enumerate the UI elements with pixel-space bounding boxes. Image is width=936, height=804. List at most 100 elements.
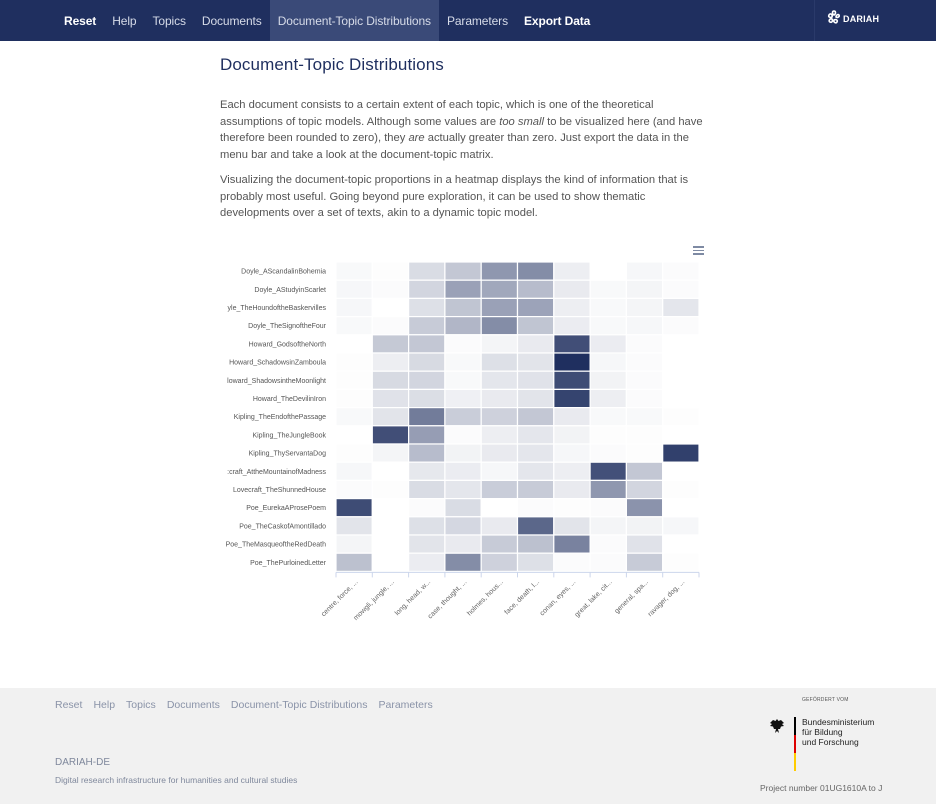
heatmap-cell[interactable] bbox=[625, 388, 664, 409]
heatmap-cell[interactable] bbox=[371, 297, 410, 318]
heatmap-cell[interactable] bbox=[589, 461, 628, 481]
nav-item-help[interactable]: Help bbox=[104, 0, 144, 41]
heatmap-cell[interactable] bbox=[516, 297, 555, 318]
heatmap-cell[interactable] bbox=[589, 334, 628, 354]
heatmap-cell[interactable] bbox=[553, 516, 591, 536]
footer-link-reset[interactable]: Reset bbox=[55, 699, 82, 711]
heatmap-cell[interactable] bbox=[444, 388, 482, 409]
heatmap-cell[interactable] bbox=[625, 352, 664, 372]
heatmap-cell[interactable] bbox=[662, 334, 700, 354]
heatmap-cell[interactable] bbox=[662, 534, 700, 554]
heatmap-cell[interactable] bbox=[662, 388, 700, 409]
heatmap-cell[interactable] bbox=[625, 534, 664, 554]
heatmap-cell[interactable] bbox=[444, 516, 482, 536]
heatmap-cell[interactable] bbox=[625, 370, 664, 390]
heatmap-cell[interactable] bbox=[408, 407, 446, 427]
heatmap-cell[interactable] bbox=[408, 297, 446, 318]
heatmap-cell[interactable] bbox=[516, 534, 555, 554]
heatmap-cell[interactable] bbox=[662, 443, 700, 463]
heatmap-cell[interactable] bbox=[480, 425, 519, 445]
heatmap-cell[interactable] bbox=[625, 297, 664, 318]
heatmap-cell[interactable] bbox=[553, 315, 591, 336]
nav-item-parameters[interactable]: Parameters bbox=[439, 0, 516, 41]
heatmap-cell[interactable] bbox=[335, 498, 373, 518]
heatmap-cell[interactable] bbox=[371, 388, 410, 409]
heatmap-cell[interactable] bbox=[371, 315, 410, 336]
footer-link-help[interactable]: Help bbox=[93, 699, 115, 711]
heatmap-cell[interactable] bbox=[408, 498, 446, 518]
heatmap-cell[interactable] bbox=[589, 425, 628, 445]
heatmap-cell[interactable] bbox=[371, 334, 410, 354]
heatmap-cell[interactable] bbox=[335, 297, 373, 318]
heatmap-cell[interactable] bbox=[444, 534, 482, 554]
heatmap-cell[interactable] bbox=[662, 370, 700, 390]
heatmap-cell[interactable] bbox=[516, 370, 555, 390]
heatmap-cell[interactable] bbox=[371, 443, 410, 463]
heatmap-cell[interactable] bbox=[444, 334, 482, 354]
heatmap-cell[interactable] bbox=[480, 552, 519, 573]
heatmap-cell[interactable] bbox=[371, 479, 410, 500]
heatmap-cell[interactable] bbox=[408, 261, 446, 281]
heatmap-cell[interactable] bbox=[480, 479, 519, 500]
heatmap-cell[interactable] bbox=[335, 461, 373, 481]
heatmap-cell[interactable] bbox=[589, 479, 628, 500]
heatmap-cell[interactable] bbox=[480, 279, 519, 300]
heatmap-cell[interactable] bbox=[480, 516, 519, 536]
heatmap-cell[interactable] bbox=[553, 425, 591, 445]
heatmap-cell[interactable] bbox=[589, 443, 628, 463]
heatmap-cell[interactable] bbox=[662, 297, 700, 318]
heatmap-cell[interactable] bbox=[553, 279, 591, 300]
heatmap-cell[interactable] bbox=[371, 516, 410, 536]
heatmap-cell[interactable] bbox=[480, 315, 519, 336]
heatmap-cell[interactable] bbox=[516, 461, 555, 481]
heatmap-cell[interactable] bbox=[589, 534, 628, 554]
heatmap-cell[interactable] bbox=[371, 261, 410, 281]
heatmap-cell[interactable] bbox=[480, 407, 519, 427]
heatmap-cell[interactable] bbox=[335, 261, 373, 281]
heatmap-cell[interactable] bbox=[480, 261, 519, 281]
heatmap-cell[interactable] bbox=[662, 479, 700, 500]
footer-link-document-topic-distributions[interactable]: Document-Topic Distributions bbox=[231, 699, 368, 711]
heatmap-cell[interactable] bbox=[335, 443, 373, 463]
heatmap-cell[interactable] bbox=[589, 261, 628, 281]
heatmap-cell[interactable] bbox=[516, 552, 555, 573]
heatmap-cell[interactable] bbox=[662, 552, 700, 573]
heatmap-cell[interactable] bbox=[444, 370, 482, 390]
heatmap-cell[interactable] bbox=[625, 498, 664, 518]
heatmap-cell[interactable] bbox=[480, 534, 519, 554]
heatmap-cell[interactable] bbox=[625, 443, 664, 463]
heatmap-cell[interactable] bbox=[625, 425, 664, 445]
heatmap-cell[interactable] bbox=[335, 352, 373, 372]
heatmap-cell[interactable] bbox=[516, 425, 555, 445]
heatmap-cell[interactable] bbox=[444, 279, 482, 300]
heatmap-cell[interactable] bbox=[335, 552, 373, 573]
heatmap-cell[interactable] bbox=[408, 388, 446, 409]
heatmap-cell[interactable] bbox=[625, 461, 664, 481]
heatmap-cell[interactable] bbox=[516, 315, 555, 336]
heatmap-cell[interactable] bbox=[371, 407, 410, 427]
heatmap-cell[interactable] bbox=[553, 370, 591, 390]
heatmap-cell[interactable] bbox=[371, 498, 410, 518]
heatmap-cell[interactable] bbox=[662, 279, 700, 300]
heatmap-cell[interactable] bbox=[444, 425, 482, 445]
heatmap-cell[interactable] bbox=[553, 534, 591, 554]
heatmap-cell[interactable] bbox=[408, 516, 446, 536]
nav-item-document-topic-distributions[interactable]: Document-Topic Distributions bbox=[269, 0, 439, 41]
heatmap-cell[interactable] bbox=[662, 407, 700, 427]
heatmap-cell[interactable] bbox=[516, 407, 555, 427]
heatmap-cell[interactable] bbox=[589, 352, 628, 372]
heatmap-cell[interactable] bbox=[516, 498, 555, 518]
heatmap-cell[interactable] bbox=[516, 443, 555, 463]
brand-logo[interactable]: DARIAH bbox=[826, 9, 879, 25]
heatmap-cell[interactable] bbox=[516, 279, 555, 300]
heatmap-cell[interactable] bbox=[662, 261, 700, 281]
heatmap-cell[interactable] bbox=[408, 352, 446, 372]
footer-link-documents[interactable]: Documents bbox=[167, 699, 220, 711]
heatmap-cell[interactable] bbox=[335, 516, 373, 536]
heatmap-cell[interactable] bbox=[625, 261, 664, 281]
heatmap-cell[interactable] bbox=[625, 315, 664, 336]
heatmap-cell[interactable] bbox=[408, 443, 446, 463]
heatmap-cell[interactable] bbox=[444, 552, 482, 573]
heatmap-cell[interactable] bbox=[480, 297, 519, 318]
heatmap-cell[interactable] bbox=[444, 261, 482, 281]
